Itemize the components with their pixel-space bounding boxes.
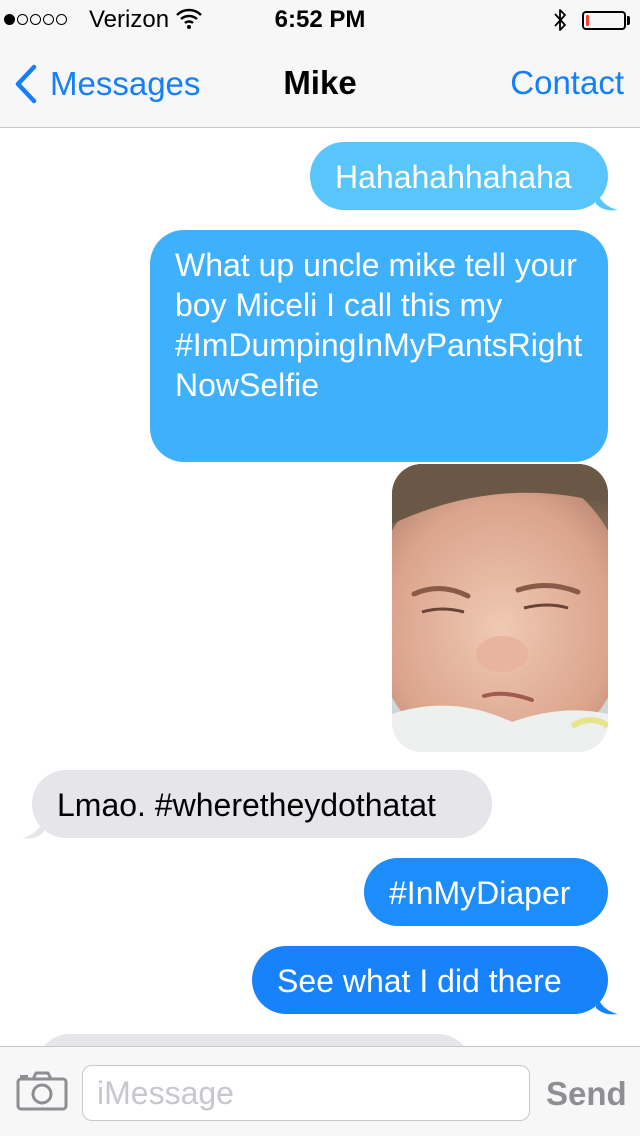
message-text: What up uncle mike tell your boy Miceli … xyxy=(175,247,583,403)
message-bubble-sent[interactable]: Hahahahhahaha xyxy=(310,142,608,210)
message-bubble-received[interactable]: Lmao. #wheretheydothatat xyxy=(32,770,492,838)
bubble-tail xyxy=(596,188,618,211)
conversation-thread[interactable]: Hahahahhahaha What up uncle mike tell yo… xyxy=(0,128,640,1046)
message-bubble-sent[interactable]: See what I did there xyxy=(252,946,608,1014)
message-bubble-sent[interactable]: #InMyDiaper xyxy=(364,858,608,926)
message-text: Hahahahhahaha xyxy=(335,159,572,195)
baby-photo-image xyxy=(392,464,608,752)
bluetooth-icon xyxy=(552,6,568,39)
message-bubble-received-partial[interactable] xyxy=(36,1034,472,1046)
battery-level xyxy=(586,15,589,26)
bubble-tail xyxy=(22,816,44,839)
message-text: Lmao. #wheretheydothatat xyxy=(57,787,436,823)
message-text: #InMyDiaper xyxy=(389,875,571,911)
nav-bar: Messages Mike Contact xyxy=(0,40,640,128)
photo-message[interactable] xyxy=(392,464,608,752)
message-input[interactable] xyxy=(82,1065,530,1121)
message-input-bar: Send xyxy=(0,1046,640,1136)
battery-icon xyxy=(582,11,626,30)
message-bubble-sent[interactable]: What up uncle mike tell your boy Miceli … xyxy=(150,230,608,462)
clock: 6:52 PM xyxy=(274,6,366,33)
send-button[interactable]: Send xyxy=(546,1075,627,1113)
battery-tip xyxy=(627,16,630,25)
camera-icon[interactable] xyxy=(16,1071,68,1116)
contact-button[interactable]: Contact xyxy=(510,64,624,102)
status-bar: Verizon 6:52 PM xyxy=(0,0,640,40)
bubble-tail xyxy=(596,992,618,1015)
message-text: See what I did there xyxy=(277,963,562,999)
